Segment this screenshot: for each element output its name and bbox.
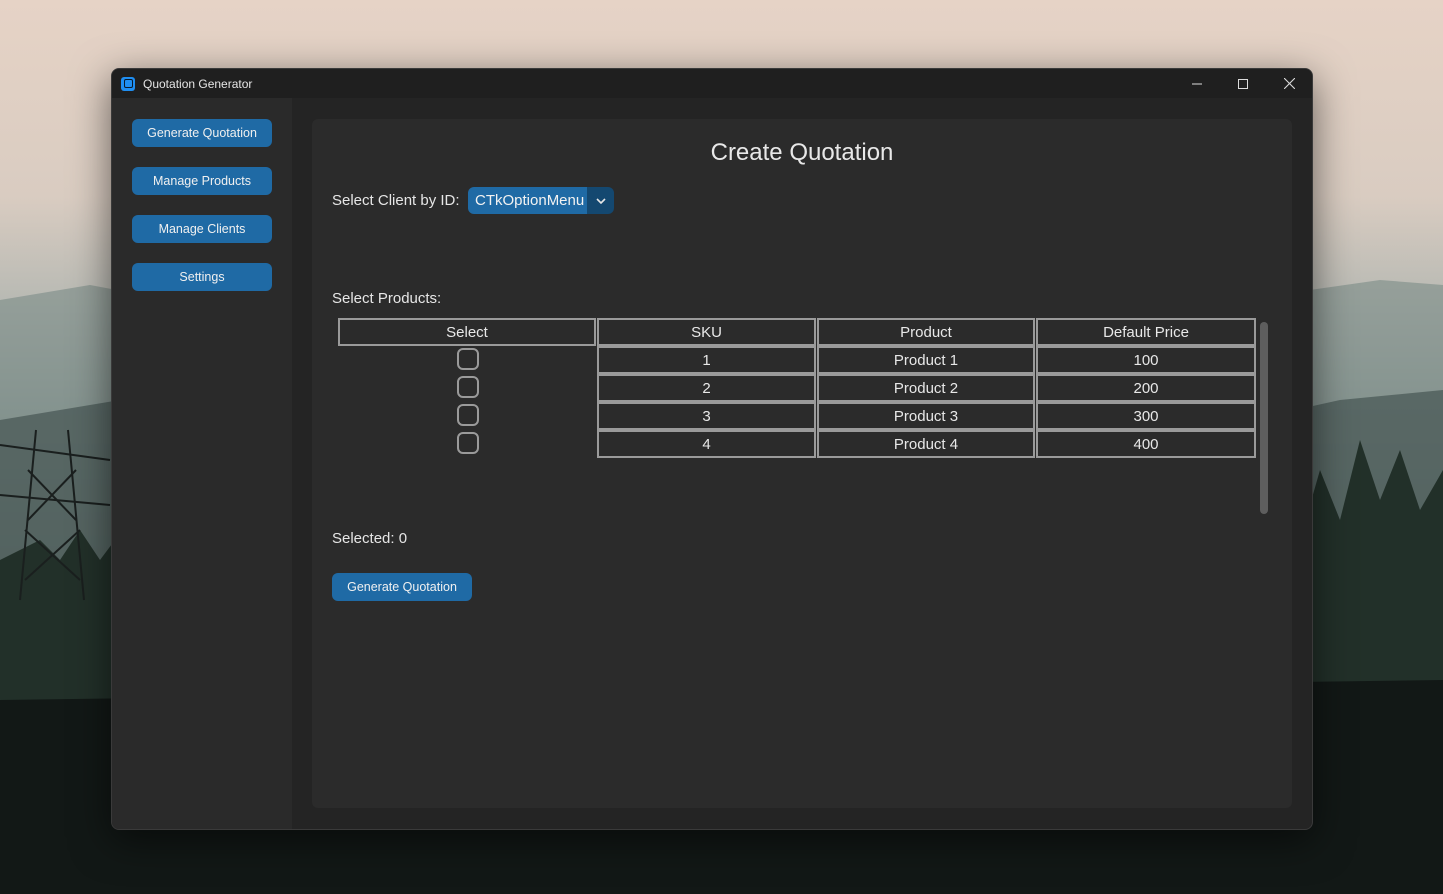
header-default-price: Default Price (1036, 318, 1256, 346)
page-title: Create Quotation (710, 139, 894, 166)
header-sku: SKU (597, 318, 816, 346)
row-checkbox[interactable] (457, 404, 479, 426)
window-controls (1174, 69, 1312, 98)
maximize-icon (1238, 78, 1248, 89)
client-option-value: CTkOptionMenu (468, 187, 587, 214)
table-cell-sku: 4 (597, 430, 816, 458)
products-scrollbar[interactable] (1260, 322, 1268, 514)
header-product: Product (817, 318, 1035, 346)
window-title: Quotation Generator (143, 76, 253, 91)
table-cell-price: 100 (1036, 346, 1256, 374)
app-icon (121, 76, 135, 91)
sidebar: Generate Quotation Manage Products Manag… (112, 98, 292, 829)
table-cell-price: 400 (1036, 430, 1256, 458)
main-panel: Create Quotation Select Client by ID: CT… (312, 119, 1292, 808)
app-window: Quotation Generator Generate Quotation M… (111, 68, 1313, 830)
sidebar-generate-quotation-button[interactable]: Generate Quotation (132, 119, 272, 147)
maximize-button[interactable] (1220, 69, 1266, 98)
minimize-button[interactable] (1174, 69, 1220, 98)
client-select-label: Select Client by ID: (332, 192, 460, 209)
title-bar[interactable]: Quotation Generator (112, 69, 1312, 98)
table-cell-product: Product 3 (817, 402, 1035, 430)
table-cell-sku: 3 (597, 402, 816, 430)
sidebar-manage-clients-button[interactable]: Manage Clients (132, 215, 272, 243)
table-cell-product: Product 2 (817, 374, 1035, 402)
selected-count-label: Selected: 0 (332, 530, 408, 547)
client-option-menu[interactable]: CTkOptionMenu (468, 187, 614, 214)
header-select: Select (338, 318, 596, 346)
table-cell-sku: 2 (597, 374, 816, 402)
close-icon (1283, 78, 1295, 89)
chevron-down-icon[interactable] (587, 187, 614, 214)
close-button[interactable] (1266, 69, 1312, 98)
table-cell-price: 200 (1036, 374, 1256, 402)
sidebar-manage-products-button[interactable]: Manage Products (132, 167, 272, 195)
table-cell-price: 300 (1036, 402, 1256, 430)
row-checkbox[interactable] (457, 376, 479, 398)
minimize-icon (1192, 83, 1202, 84)
table-cell-sku: 1 (597, 346, 816, 374)
row-checkbox[interactable] (457, 348, 479, 370)
sidebar-settings-button[interactable]: Settings (132, 263, 272, 291)
generate-quotation-button[interactable]: Generate Quotation (332, 573, 472, 601)
row-checkbox[interactable] (457, 432, 479, 454)
products-select-label: Select Products: (332, 290, 442, 307)
table-cell-product: Product 4 (817, 430, 1035, 458)
table-cell-product: Product 1 (817, 346, 1035, 374)
